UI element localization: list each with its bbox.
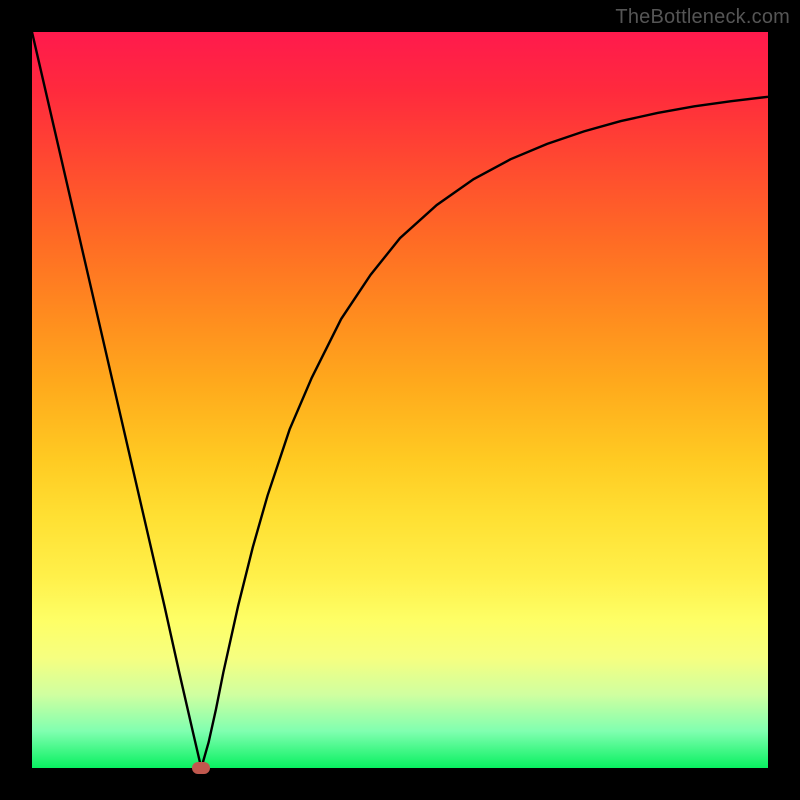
chart-frame: TheBottleneck.com [0, 0, 800, 800]
bottleneck-curve [32, 32, 768, 768]
optimum-marker [192, 762, 210, 774]
plot-area [32, 32, 768, 768]
watermark-text: TheBottleneck.com [615, 6, 790, 29]
